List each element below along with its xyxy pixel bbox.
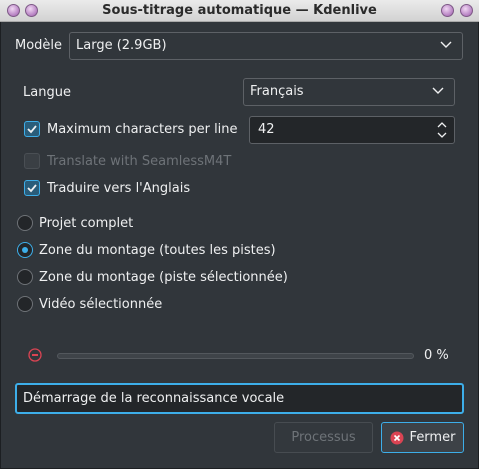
language-combobox[interactable]: Français (243, 78, 455, 106)
close-button-label: Fermer (409, 430, 456, 445)
translate-seamless-checkbox[interactable] (24, 153, 40, 169)
model-label: Modèle (15, 38, 63, 53)
close-button[interactable]: Fermer (381, 422, 464, 453)
close-icon (390, 431, 404, 444)
translate-english-label: Traduire vers l'Anglais (47, 181, 191, 196)
translate-english-checkbox[interactable] (24, 180, 40, 196)
checkmark-icon (27, 184, 37, 193)
max-chars-spinbox[interactable]: 42 (249, 116, 455, 144)
window-close-icon[interactable] (460, 4, 473, 17)
spin-arrows-icon[interactable] (436, 120, 448, 140)
progress-bar (57, 353, 414, 359)
language-label: Langue (23, 85, 71, 100)
scope-radio-selected-clip[interactable] (17, 296, 33, 312)
process-button[interactable]: Processus (274, 422, 373, 453)
stop-icon[interactable] (28, 348, 42, 362)
status-field[interactable]: Démarrage de la reconnaissance vocale (15, 383, 464, 414)
scope-radio-timeline-track[interactable] (17, 269, 33, 285)
max-chars-label: Maximum characters per line (47, 122, 238, 137)
scope-radio-project[interactable] (17, 215, 33, 231)
window-title: Sous-titrage automatique — Kdenlive (102, 3, 377, 18)
max-chars-checkbox[interactable] (24, 121, 40, 137)
process-button-label: Processus (291, 430, 356, 445)
scope-label-selected-clip: Vidéo sélectionnée (39, 297, 163, 312)
language-value: Français (250, 84, 304, 99)
progress-percent: 0 % (424, 348, 449, 363)
checkmark-icon (27, 125, 37, 134)
translate-seamless-label: Translate with SeamlessM4T (47, 154, 232, 169)
scope-radio-timeline-all[interactable] (17, 242, 33, 258)
scope-label-project: Projet complet (39, 216, 134, 231)
chevron-down-icon (432, 87, 444, 94)
chevron-down-icon (440, 41, 452, 48)
scope-label-timeline-all: Zone du montage (toutes les pistes) (39, 243, 276, 258)
max-chars-value: 42 (258, 122, 275, 137)
model-combobox[interactable]: Large (2.9GB) (69, 32, 463, 60)
scope-label-timeline-track: Zone du montage (piste sélectionnée) (39, 270, 288, 285)
window-minimize-icon[interactable] (441, 4, 454, 17)
model-value: Large (2.9GB) (76, 38, 167, 53)
window-titlebar[interactable]: Sous-titrage automatique — Kdenlive (0, 0, 479, 22)
status-text: Démarrage de la reconnaissance vocale (23, 391, 285, 406)
